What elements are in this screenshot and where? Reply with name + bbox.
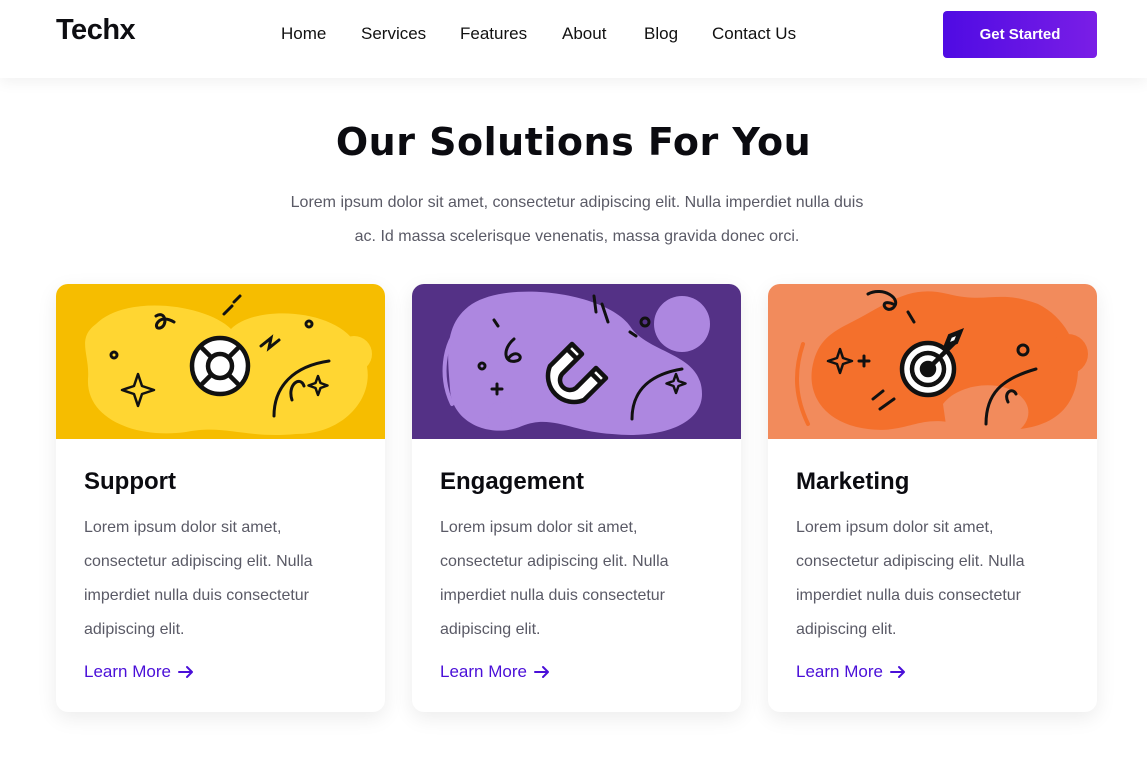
get-started-button[interactable]: Get Started xyxy=(943,11,1097,58)
arrow-right-icon xyxy=(533,666,549,678)
section-description: Lorem ipsum dolor sit amet, consectetur … xyxy=(290,194,864,245)
learn-more-link[interactable]: Learn More xyxy=(84,662,194,682)
support-illustration xyxy=(56,284,385,439)
marketing-illustration xyxy=(768,284,1097,439)
learn-more-link[interactable]: Learn More xyxy=(796,662,906,682)
engagement-illustration xyxy=(412,284,741,439)
solution-card-marketing: Marketing Lorem ipsum dolor sit amet, co… xyxy=(768,284,1097,712)
solution-card-engagement: Engagement Lorem ipsum dolor sit amet, c… xyxy=(412,284,741,712)
learn-more-label: Learn More xyxy=(796,662,883,681)
arrow-right-icon xyxy=(177,666,193,678)
card-text: Lorem ipsum dolor sit amet, consectetur … xyxy=(84,519,313,638)
card-title: Marketing xyxy=(796,468,910,495)
nav-link-blog[interactable]: Blog xyxy=(644,24,678,44)
card-title: Engagement xyxy=(440,468,585,495)
section-title: Our Solutions For You xyxy=(335,120,812,164)
arrow-right-icon xyxy=(889,666,905,678)
solution-card-support: Support Lorem ipsum dolor sit amet, cons… xyxy=(56,284,385,712)
card-text: Lorem ipsum dolor sit amet, consectetur … xyxy=(440,519,669,638)
nav-link-contact[interactable]: Contact Us xyxy=(712,24,796,44)
card-title: Support xyxy=(84,468,176,495)
learn-more-label: Learn More xyxy=(84,662,171,681)
nav-link-about[interactable]: About xyxy=(562,24,606,44)
nav-link-services[interactable]: Services xyxy=(361,24,426,44)
learn-more-link[interactable]: Learn More xyxy=(440,662,550,682)
lifebuoy-icon xyxy=(189,335,251,397)
card-text: Lorem ipsum dolor sit amet, consectetur … xyxy=(796,519,1025,638)
nav-link-home[interactable]: Home xyxy=(281,24,326,44)
navbar: Techx Home Services Features About Blog … xyxy=(0,0,1147,78)
nav-link-features[interactable]: Features xyxy=(460,24,527,44)
learn-more-label: Learn More xyxy=(440,662,527,681)
